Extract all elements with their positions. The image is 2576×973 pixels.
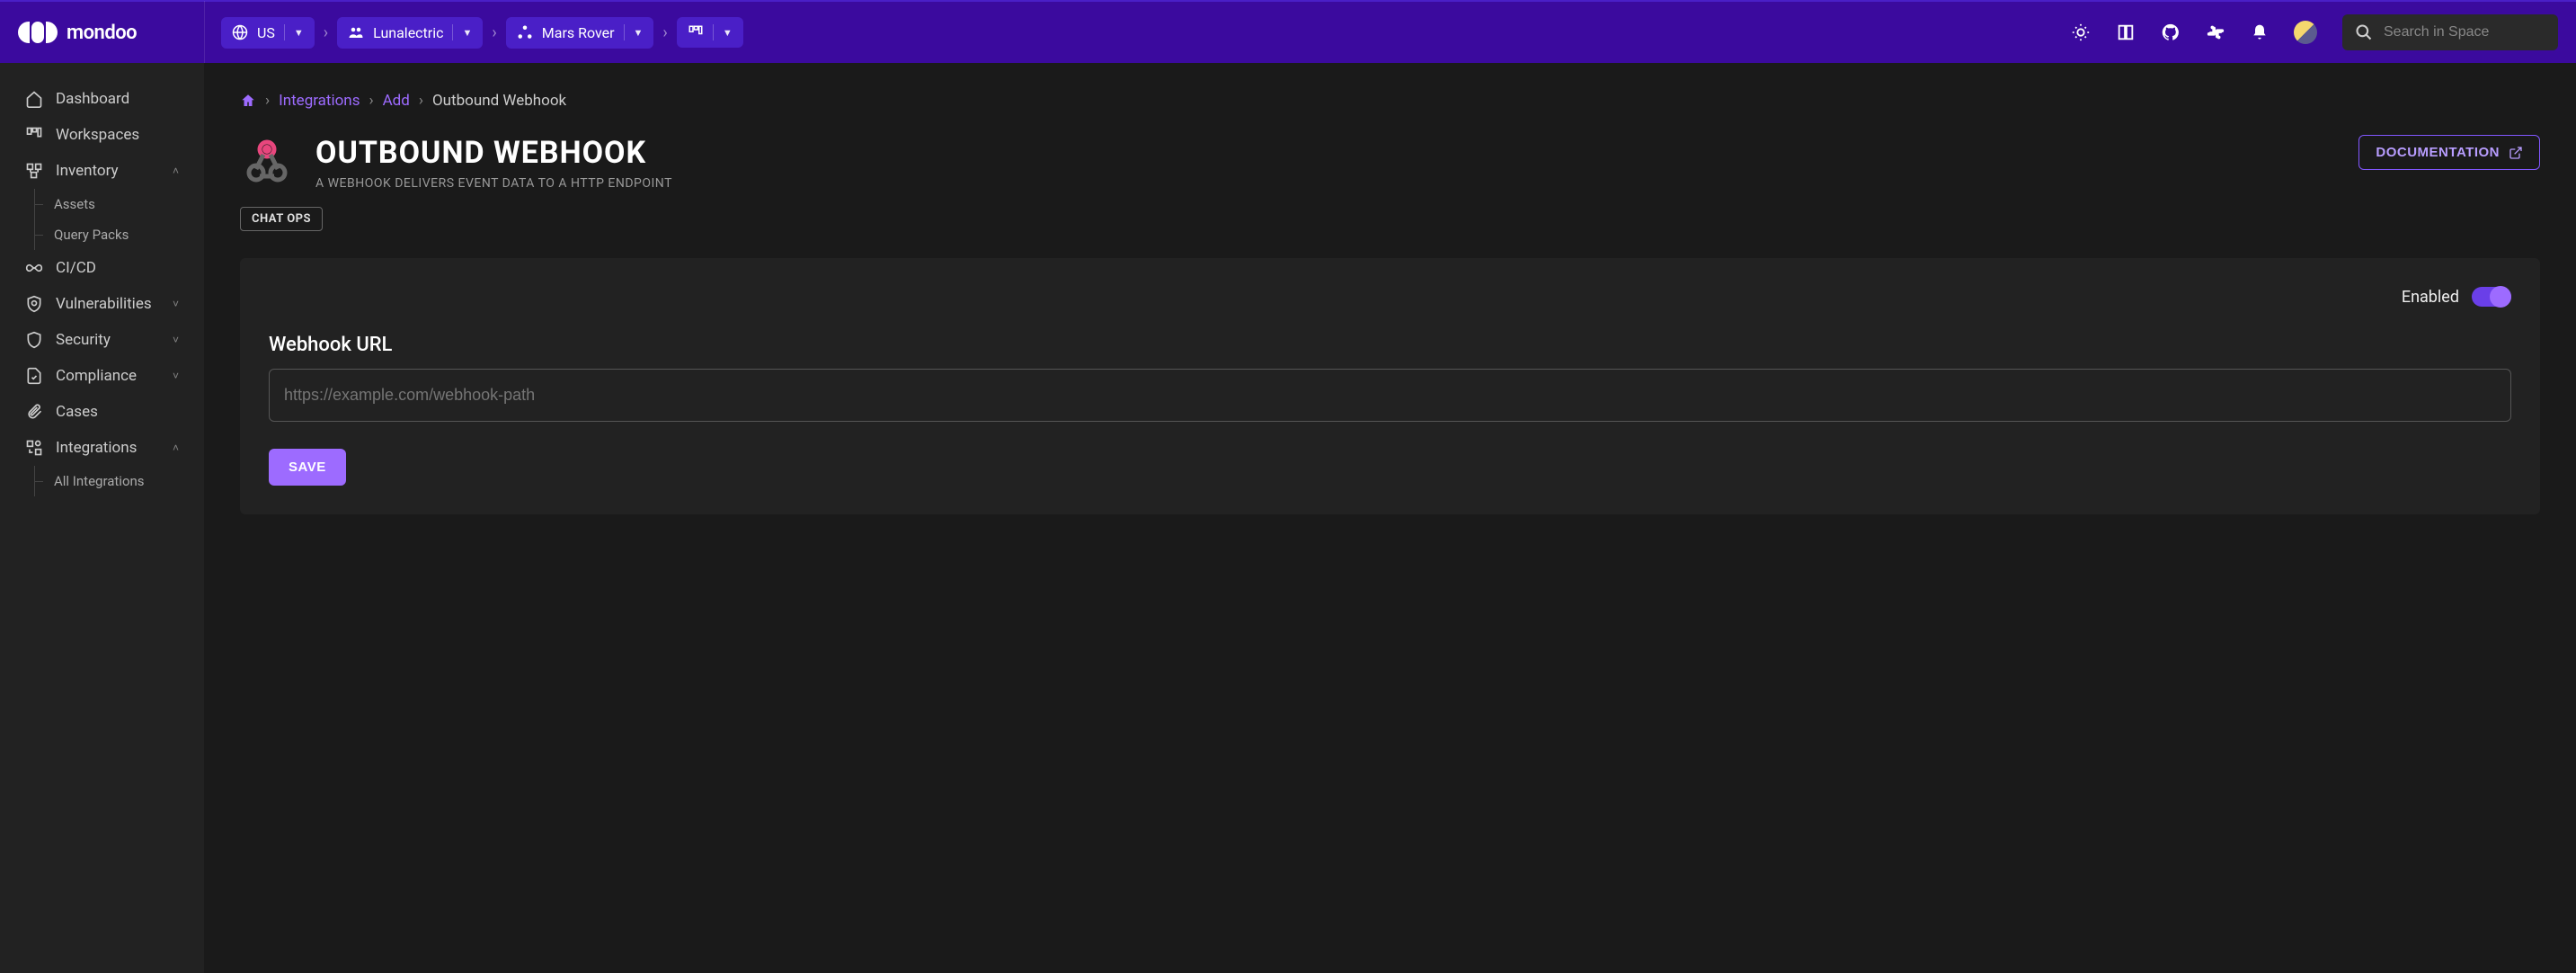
enabled-label: Enabled bbox=[2402, 288, 2459, 307]
logo-icon bbox=[18, 22, 58, 43]
sidebar-item-integrations[interactable]: Integrations ˄ bbox=[0, 430, 204, 466]
sidebar-sub-querypacks[interactable]: Query Packs bbox=[0, 219, 204, 250]
nav-label: Dashboard bbox=[56, 90, 129, 108]
inventory-icon bbox=[25, 162, 43, 180]
page-subtitle: A WEBHOOK DELIVERS EVENT DATA TO A HTTP … bbox=[315, 176, 672, 191]
sidebar-item-cases[interactable]: Cases bbox=[0, 394, 204, 430]
sidebar-item-dashboard[interactable]: Dashboard bbox=[0, 81, 204, 117]
nav-label: Cases bbox=[56, 403, 98, 421]
separator: › bbox=[661, 23, 669, 42]
theme-toggle-icon[interactable] bbox=[2071, 22, 2091, 42]
breadcrumb: › Integrations › Add › Outbound Webhook bbox=[240, 92, 2540, 110]
check-doc-icon bbox=[25, 367, 43, 385]
nav-label: Security bbox=[56, 331, 111, 349]
topbar: mondoo US ▼ › Lunalectric ▼ › Mars Rover bbox=[0, 0, 2576, 63]
nav-label: CI/CD bbox=[56, 259, 96, 277]
doc-button-label: DOCUMENTATION bbox=[2376, 145, 2500, 160]
sidebar-item-workspaces[interactable]: Workspaces bbox=[0, 117, 204, 153]
nav-label: Workspaces bbox=[56, 126, 139, 144]
workspace-selector[interactable]: ▼ bbox=[677, 17, 743, 48]
sidebar: Dashboard Workspaces Inventory ˄ Assets … bbox=[0, 63, 204, 973]
logo-text: mondoo bbox=[67, 22, 137, 44]
breadcrumb-integrations[interactable]: Integrations bbox=[279, 92, 360, 110]
sidebar-item-inventory[interactable]: Inventory ˄ bbox=[0, 153, 204, 189]
users-icon bbox=[348, 24, 364, 40]
grid-icon bbox=[688, 24, 704, 40]
bell-icon[interactable] bbox=[2251, 23, 2269, 41]
breadcrumb-separator: › bbox=[419, 92, 423, 110]
region-label: US bbox=[257, 24, 275, 41]
search-input[interactable] bbox=[2384, 24, 2545, 40]
org-selector[interactable]: Lunalectric ▼ bbox=[337, 17, 483, 49]
paperclip-icon bbox=[25, 403, 43, 421]
sidebar-item-compliance[interactable]: Compliance ˅ bbox=[0, 358, 204, 394]
breadcrumb-current: Outbound Webhook bbox=[432, 92, 566, 110]
nav-label: Compliance bbox=[56, 367, 137, 385]
separator: › bbox=[322, 23, 330, 42]
sidebar-item-security[interactable]: Security ˅ bbox=[0, 322, 204, 358]
breadcrumb-separator: › bbox=[265, 92, 270, 110]
external-link-icon bbox=[2509, 146, 2523, 160]
context-pills: US ▼ › Lunalectric ▼ › Mars Rover ▼ › bbox=[221, 17, 743, 49]
slack-icon[interactable] bbox=[2206, 22, 2225, 42]
shield-icon bbox=[25, 331, 43, 349]
enabled-toggle[interactable] bbox=[2472, 287, 2511, 307]
space-label: Mars Rover bbox=[542, 24, 615, 41]
chevron-up-icon: ˄ bbox=[173, 442, 179, 454]
nav-label: Vulnerabilities bbox=[56, 295, 152, 313]
avatar[interactable] bbox=[2294, 21, 2317, 44]
nodes-icon bbox=[517, 24, 533, 40]
category-tag: CHAT OPS bbox=[240, 207, 323, 231]
sidebar-sub-all-integrations[interactable]: All Integrations bbox=[0, 466, 204, 496]
breadcrumb-separator: › bbox=[369, 92, 373, 110]
region-selector[interactable]: US ▼ bbox=[221, 17, 315, 49]
chevron-down-icon: ˅ bbox=[173, 370, 179, 382]
breadcrumb-add[interactable]: Add bbox=[383, 92, 410, 110]
org-label: Lunalectric bbox=[373, 24, 443, 41]
home-icon bbox=[25, 90, 43, 108]
documentation-button[interactable]: DOCUMENTATION bbox=[2358, 135, 2540, 170]
settings-card: Enabled Webhook URL SAVE bbox=[240, 258, 2540, 514]
divider bbox=[204, 1, 205, 64]
search-box[interactable] bbox=[2342, 14, 2558, 50]
sidebar-sub-assets[interactable]: Assets bbox=[0, 189, 204, 219]
globe-icon bbox=[232, 24, 248, 40]
infinity-icon bbox=[25, 259, 43, 277]
bug-shield-icon bbox=[25, 295, 43, 313]
nav-label: Inventory bbox=[56, 162, 119, 180]
chevron-down-icon: ▼ bbox=[462, 27, 472, 39]
sidebar-item-cicd[interactable]: CI/CD bbox=[0, 250, 204, 286]
docs-icon[interactable] bbox=[2116, 22, 2136, 42]
workspaces-icon bbox=[25, 126, 43, 144]
page-title: OUTBOUND WEBHOOK bbox=[315, 135, 672, 171]
breadcrumb-home-icon[interactable] bbox=[240, 93, 256, 109]
separator: › bbox=[490, 23, 498, 42]
search-icon bbox=[2355, 23, 2373, 41]
nav-label: Integrations bbox=[56, 439, 137, 457]
chevron-down-icon: ▼ bbox=[634, 27, 644, 39]
logo[interactable]: mondoo bbox=[18, 22, 204, 44]
topbar-right bbox=[2071, 14, 2558, 50]
chevron-down-icon: ˅ bbox=[173, 334, 179, 346]
chevron-down-icon: ▼ bbox=[294, 27, 304, 39]
chevron-down-icon: ˅ bbox=[173, 298, 179, 310]
webhook-url-input[interactable] bbox=[269, 369, 2511, 422]
sidebar-item-vulnerabilities[interactable]: Vulnerabilities ˅ bbox=[0, 286, 204, 322]
main-content: › Integrations › Add › Outbound Webhook … bbox=[204, 63, 2576, 973]
space-selector[interactable]: Mars Rover ▼ bbox=[506, 17, 654, 49]
save-button[interactable]: SAVE bbox=[269, 449, 346, 486]
integrations-icon bbox=[25, 439, 43, 457]
chevron-down-icon: ▼ bbox=[723, 27, 733, 39]
page-header: OUTBOUND WEBHOOK A WEBHOOK DELIVERS EVEN… bbox=[240, 135, 2540, 191]
webhook-icon bbox=[240, 135, 294, 189]
url-field-label: Webhook URL bbox=[269, 334, 2511, 356]
chevron-up-icon: ˄ bbox=[173, 165, 179, 177]
github-icon[interactable] bbox=[2161, 22, 2181, 42]
